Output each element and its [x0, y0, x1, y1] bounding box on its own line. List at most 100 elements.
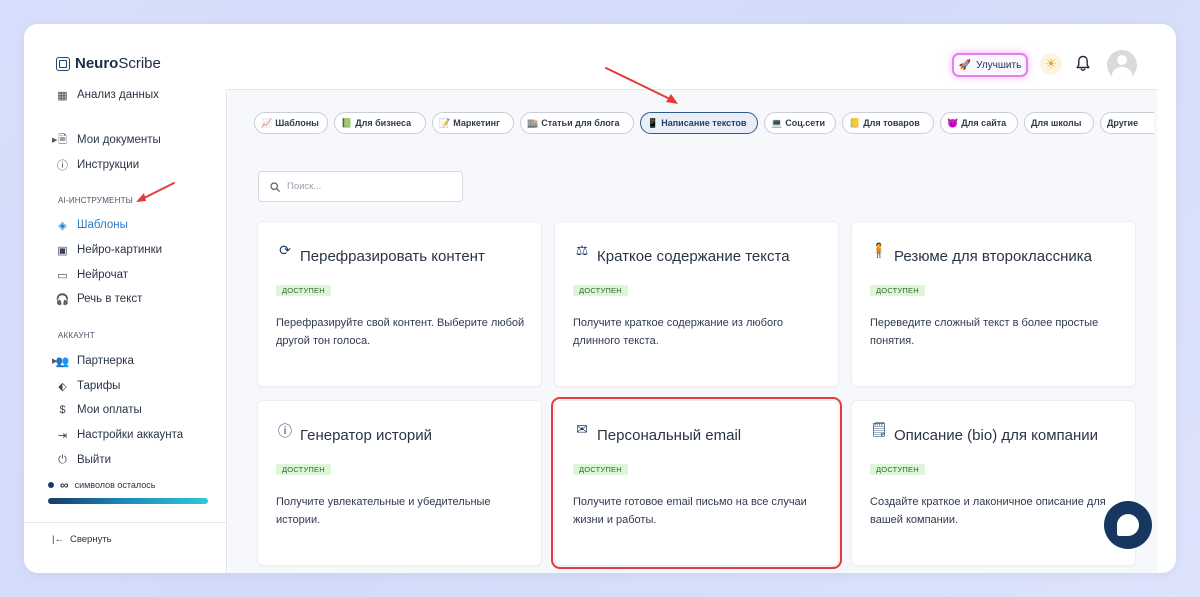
sidebar-item-neuro-images[interactable]: ▣ Нейро-картинки [56, 241, 162, 259]
tag-icon: ⬖ [58, 380, 67, 393]
grid-icon: ▦ [57, 89, 68, 102]
tab-website[interactable]: 😈 Для сайта [940, 112, 1018, 134]
sidebar-item-data-analysis[interactable]: ▦ Анализ данных [56, 88, 159, 102]
credits-symbol: ∞ [60, 478, 69, 492]
tab-others[interactable]: Другие [1100, 112, 1154, 134]
headphones-icon: 🎧 [55, 293, 70, 306]
sidebar-item-label: Выйти [77, 454, 112, 466]
template-card-summary[interactable]: ⚖ Краткое содержание текста ДОСТУПЕН Пол… [554, 221, 839, 387]
collapse-icon: |← [52, 534, 64, 545]
sidebar-item-label: Нейрочат [77, 269, 129, 281]
sidebar-item-tariffs[interactable]: ⬖ Тарифы [56, 377, 120, 395]
template-card-paraphrase[interactable]: ⟳ Перефразировать контент ДОСТУПЕН Переф… [257, 221, 542, 387]
status-badge: ДОСТУПЕН [573, 464, 628, 475]
book-icon: 📗 [341, 117, 353, 128]
card-title: 🧍 Резюме для второклассника [870, 242, 1092, 265]
bell-icon[interactable] [1076, 55, 1090, 72]
doc-badge-icon: 🗒 [870, 421, 888, 437]
tab-marketing[interactable]: 📝 Маркетинг [432, 112, 514, 134]
chat-widget-button[interactable] [1104, 501, 1152, 549]
sidebar-item-my-documents[interactable]: ▶ 🗎 Мои документы [52, 131, 161, 149]
card-title: ⓘ Генератор историй [276, 423, 432, 444]
ledger-icon: 📒 [849, 117, 861, 128]
sidebar-item-speech-to-text[interactable]: 🎧 Речь в текст [55, 290, 143, 308]
caret-right-icon: ▶ [52, 358, 58, 365]
card-description: Получите краткое содержание из любого дл… [573, 317, 783, 347]
tab-label: Соц.сети [785, 118, 826, 128]
sun-icon[interactable]: ☀ [1040, 53, 1062, 75]
memo-icon: 📝 [439, 117, 451, 128]
tab-blog-articles[interactable]: 🏬 Статьи для блога [520, 112, 634, 134]
card-title-text: Персональный email [597, 427, 742, 444]
sidebar-item-account-settings[interactable]: ⇥ Настройки аккаунта [56, 426, 183, 444]
tab-templates[interactable]: 📈 Шаблоны [254, 112, 328, 134]
tab-label: Для товаров [863, 118, 920, 128]
tab-school[interactable]: Для школы [1024, 112, 1094, 134]
tab-products[interactable]: 📒 Для товаров [842, 112, 934, 134]
sidebar-item-partner[interactable]: ▶ 👥 Партнерка [52, 352, 134, 370]
card-title: ⟳ Перефразировать контент [276, 242, 485, 265]
status-badge: ДОСТУПЕН [276, 285, 331, 296]
sidebar-item-neurochat[interactable]: ▭ Нейрочат [56, 266, 128, 284]
tab-social[interactable]: 💻 Соц.сети [764, 112, 836, 134]
caret-right-icon: ▶ [52, 137, 58, 144]
chat-icon: ▭ [57, 269, 68, 282]
tab-text-writing[interactable]: 📱 Написание текстов [640, 112, 758, 134]
card-description: Перефразируйте свой контент. Выберите лю… [276, 317, 525, 347]
collapse-sidebar-button[interactable]: |← Свернуть [52, 534, 112, 545]
logo[interactable]: NeuroScribe [56, 55, 161, 72]
logo-name-rest: Scribe [118, 55, 161, 72]
card-description: Получите увлекательные и убедительные ис… [276, 496, 491, 526]
sidebar-item-label: Настройки аккаунта [77, 429, 184, 441]
logout-arrow-icon: ⇥ [57, 429, 68, 442]
search-input[interactable] [287, 181, 447, 192]
tab-label: Другие [1107, 118, 1139, 128]
tab-label: Для школы [1031, 118, 1082, 128]
template-card-second-grader[interactable]: 🧍 Резюме для второклассника ДОСТУПЕН Пер… [851, 221, 1136, 387]
summary-icon: ⚖ [575, 242, 589, 258]
tab-label: Для бизнеса [355, 118, 412, 128]
template-card-personal-email[interactable]: ✉ Персональный email ДОСТУПЕН Получите г… [551, 397, 842, 569]
sidebar-item-instructions[interactable]: ⓘ Инструкции [56, 156, 139, 174]
tab-label: Статьи для блога [541, 118, 620, 128]
layers-icon: ◈ [58, 219, 67, 232]
credits-progress-bar [48, 498, 208, 504]
sidebar-item-label: Инструкции [77, 159, 140, 171]
tab-label: Шаблоны [275, 118, 319, 128]
template-card-company-bio[interactable]: 🗒 Описание (bio) для компании ДОСТУПЕН С… [851, 400, 1136, 566]
card-description: Переведите сложный текст в более простые… [870, 317, 1099, 347]
dollar-icon: $ [59, 404, 66, 416]
upgrade-button[interactable]: 🚀 Улучшить [952, 53, 1028, 77]
users-icon: 👥 [55, 355, 70, 368]
header: NeuroScribe 🚀 Улучшить ☀ [24, 24, 1156, 90]
tab-label: Для сайта [961, 118, 1007, 128]
sidebar-item-label: Речь в текст [77, 293, 143, 305]
search-icon [270, 181, 280, 192]
app-window: NeuroScribe 🚀 Улучшить ☀ ▦ Анализ данных… [24, 24, 1176, 573]
card-title: 🗒 Описание (bio) для компании [870, 421, 1098, 444]
sidebar-divider [24, 522, 227, 523]
status-badge: ДОСТУПЕН [870, 285, 925, 296]
sidebar-item-my-payments[interactable]: $ Мои оплаты [56, 401, 141, 419]
child-icon: 🧍 [870, 242, 888, 258]
tab-business[interactable]: 📗 Для бизнеса [334, 112, 426, 134]
status-badge: ДОСТУПЕН [573, 285, 628, 296]
card-description: Создайте краткое и лаконичное описание д… [870, 496, 1106, 526]
template-card-story-generator[interactable]: ⓘ Генератор историй ДОСТУПЕН Получите ув… [257, 400, 542, 566]
laptop-icon: 💻 [771, 117, 783, 128]
status-badge: ДОСТУПЕН [870, 464, 925, 475]
search-box [258, 171, 463, 202]
refresh-icon: ⟳ [279, 242, 291, 258]
rocket-icon: 🚀 [958, 59, 972, 71]
annotation-arrow-writing-tab [605, 67, 678, 104]
store-icon: 🏬 [527, 117, 539, 128]
sidebar-item-label: Нейро-картинки [77, 244, 163, 256]
story-icon: ⓘ [278, 423, 292, 439]
section-title-ai-tools: AI-ИНСТРУМЕНТЫ [58, 196, 133, 205]
help-icon: ⓘ [57, 160, 68, 172]
credits-dot [48, 482, 54, 488]
sidebar-item-templates[interactable]: ◈ Шаблоны [56, 216, 128, 234]
card-title-text: Перефразировать контент [300, 248, 485, 265]
sidebar-item-logout[interactable]: ⏻ Выйти [56, 451, 111, 469]
avatar[interactable] [1107, 50, 1137, 80]
